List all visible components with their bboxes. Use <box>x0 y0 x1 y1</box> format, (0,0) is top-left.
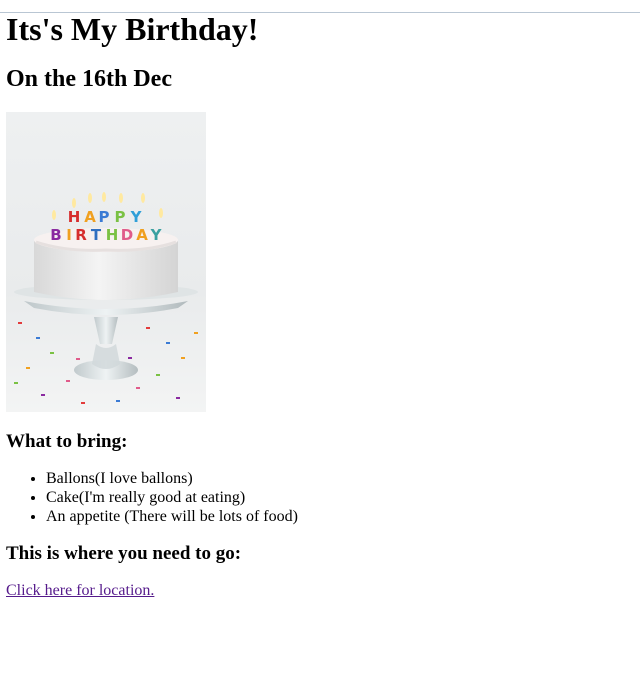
svg-text:P: P <box>99 208 110 226</box>
svg-text:A: A <box>136 226 148 244</box>
svg-text:Y: Y <box>150 226 163 244</box>
svg-text:R: R <box>75 226 87 244</box>
bring-heading: What to bring: <box>6 431 128 452</box>
svg-text:I: I <box>66 226 72 244</box>
location-link[interactable]: Click here for location. <box>6 582 154 600</box>
birthday-cake-image: H A P P Y B I R T H D A Y <box>6 112 206 412</box>
page-title: Its's My Birthday! <box>6 11 259 47</box>
top-border <box>0 12 640 13</box>
location-heading: This is where you need to go: <box>6 543 242 564</box>
page-subtitle: On the 16th Dec <box>6 66 172 92</box>
svg-text:D: D <box>121 226 133 244</box>
list-item: Ballons(I love ballons) <box>46 469 632 488</box>
svg-text:A: A <box>84 208 96 226</box>
list-item: Cake(I'm really good at eating) <box>46 488 632 507</box>
page-content: Its's My Birthday! On the 16th Dec H A P… <box>0 12 640 600</box>
svg-text:Y: Y <box>130 208 143 226</box>
list-item: An appetite (There will be lots of food) <box>46 507 632 526</box>
bring-list: Ballons(I love ballons) Cake(I'm really … <box>8 469 632 526</box>
svg-text:B: B <box>50 226 61 244</box>
svg-text:H: H <box>106 226 119 244</box>
svg-text:T: T <box>91 226 102 244</box>
svg-text:H: H <box>68 208 81 226</box>
svg-text:P: P <box>115 208 126 226</box>
